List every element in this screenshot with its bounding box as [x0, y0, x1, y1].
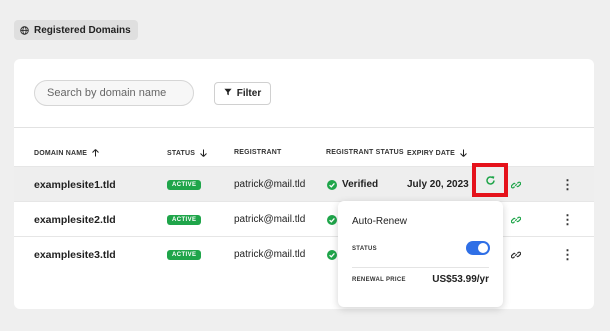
toggle-knob	[478, 243, 488, 253]
check-circle-icon	[327, 214, 337, 225]
registrant-status	[327, 202, 337, 237]
renewal-price-label: RENEWAL PRICE	[352, 277, 406, 283]
auto-renew-popover: Auto-Renew STATUS RENEWAL PRICE US$53.99…	[338, 201, 503, 307]
link-icon[interactable]	[511, 167, 521, 202]
refresh-icon	[485, 175, 495, 185]
link-icon[interactable]	[511, 237, 521, 272]
column-header-domain[interactable]: DOMAIN NAME	[34, 149, 100, 157]
column-header-expiry-label: EXPIRY DATE	[407, 149, 455, 157]
column-header-registrant[interactable]: REGISTRANT	[234, 149, 282, 156]
arrow-up-icon	[92, 149, 100, 157]
status-badge-label: ACTIVE	[167, 214, 202, 225]
filter-label: Filter	[236, 88, 262, 99]
domain-name[interactable]: examplesite3.tld	[34, 237, 116, 272]
divider	[14, 127, 594, 128]
check-circle-icon	[327, 179, 337, 190]
auto-renew-toggle[interactable]	[466, 241, 490, 255]
expiry-date: July 20, 2023	[407, 179, 469, 190]
registrant-status-label: Verified	[342, 179, 379, 190]
status-badge: ACTIVE	[167, 202, 202, 237]
status-badge-label: ACTIVE	[167, 249, 202, 260]
popover-title: Auto-Renew	[352, 216, 408, 227]
breadcrumb-label: Registered Domains	[34, 24, 131, 36]
registrant-email: patrick@mail.tld	[234, 179, 306, 190]
column-header-expiry[interactable]: EXPIRY DATE	[407, 149, 467, 157]
status-badge: ACTIVE	[167, 167, 202, 202]
divider	[352, 267, 489, 268]
status-badge-label: ACTIVE	[167, 179, 202, 190]
column-header-registrant-status[interactable]: REGISTRANT STATUS	[326, 149, 404, 156]
more-options-icon[interactable]: ⋮	[561, 167, 574, 202]
filter-button[interactable]: Filter	[214, 82, 271, 105]
registrant-status	[327, 237, 337, 272]
breadcrumb[interactable]: Registered Domains	[14, 20, 138, 40]
registrant-email: patrick@mail.tld	[234, 249, 306, 260]
link-icon[interactable]	[511, 202, 521, 237]
domains-card: Filter DOMAIN NAME STATUS REGISTRANT REG…	[14, 59, 594, 309]
check-circle-icon	[327, 249, 337, 260]
filter-icon	[224, 88, 232, 99]
arrow-down-icon	[200, 149, 208, 157]
table-row[interactable]: examplesite2.tld ACTIVE patrick@mail.tld…	[14, 201, 594, 237]
status-label: STATUS	[352, 246, 377, 252]
auto-renew-button[interactable]	[472, 163, 508, 197]
registrant-status: Verified	[327, 167, 378, 202]
registrant-email: patrick@mail.tld	[234, 214, 306, 225]
search-input[interactable]	[34, 80, 194, 106]
column-header-registrant-status-label: REGISTRANT STATUS	[326, 149, 404, 156]
more-options-icon[interactable]: ⋮	[561, 202, 574, 237]
renewal-price: US$53.99/yr	[432, 274, 489, 285]
table-row[interactable]: examplesite3.tld ACTIVE patrick@mail.tld…	[14, 236, 594, 272]
more-options-icon[interactable]: ⋮	[561, 237, 574, 272]
domain-name[interactable]: examplesite1.tld	[34, 167, 116, 202]
column-header-registrant-label: REGISTRANT	[234, 149, 282, 156]
arrow-down-icon	[460, 149, 467, 157]
globe-icon	[20, 25, 29, 35]
column-header-domain-label: DOMAIN NAME	[34, 149, 88, 157]
status-badge: ACTIVE	[167, 237, 202, 272]
column-header-status[interactable]: STATUS	[167, 149, 208, 157]
domain-name[interactable]: examplesite2.tld	[34, 202, 116, 237]
column-header-status-label: STATUS	[167, 149, 196, 157]
